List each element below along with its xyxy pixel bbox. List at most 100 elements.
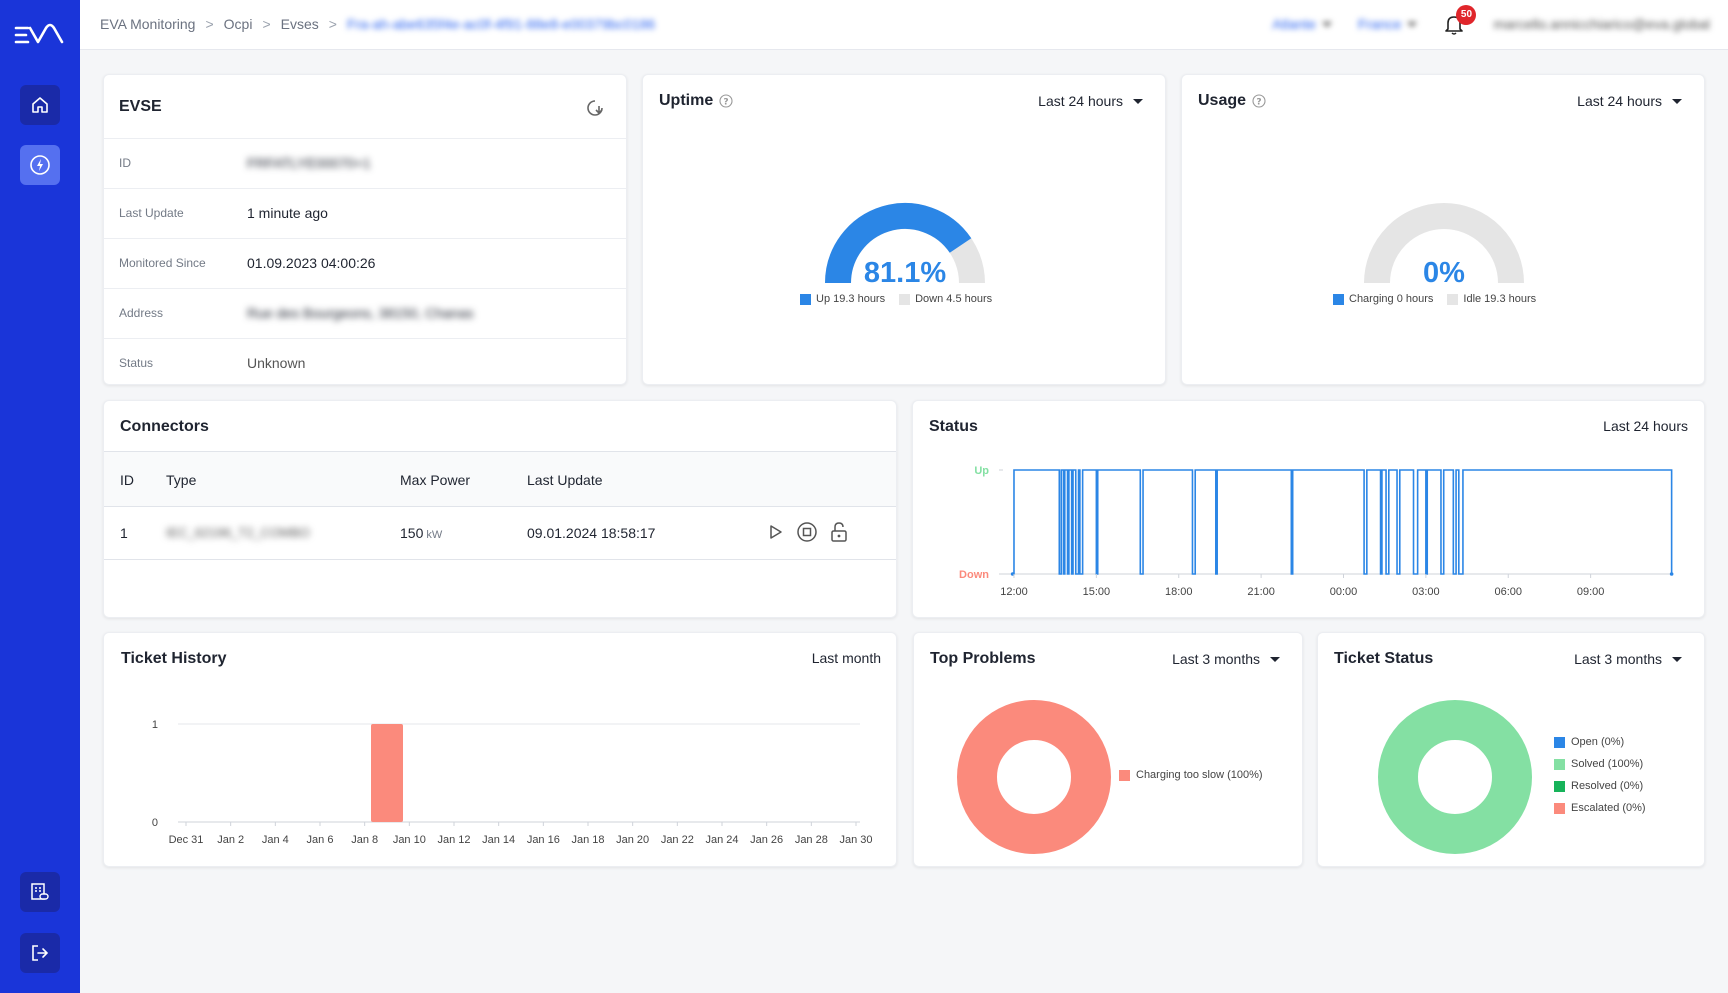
legend-item-solved[interactable]: Solved (100%) (1554, 753, 1646, 775)
legend-swatch (1447, 293, 1459, 305)
top-problems-range-select[interactable]: Last 3 months (1172, 651, 1280, 667)
col-header-id[interactable]: ID (120, 472, 134, 488)
logout-button[interactable] (20, 933, 60, 973)
evse-value-status: Unknown (247, 355, 306, 371)
topbar: EVA Monitoring > Ocpi > Evses > Fra-ah-a… (80, 0, 1728, 50)
evse-value-address: Rue des Bourgeons, 38150, Chanas (247, 305, 474, 321)
top-problems-legend: Charging too slow (100%) (1119, 764, 1267, 786)
connector-power: 150 kW (400, 525, 442, 541)
legend-swatch (1554, 780, 1565, 792)
ticket-status-card: Ticket Status Last 3 months Open (0%) So… (1317, 632, 1705, 867)
status-series-line (1012, 469, 1673, 575)
usage-range-value: Last 24 hours (1577, 93, 1662, 109)
uptime-title: Uptime ? (659, 92, 733, 110)
ticket-status-range-select[interactable]: Last 3 months (1574, 651, 1682, 667)
uptime-legend: Up 19.3 hours Down 4.5 hours (800, 293, 992, 305)
status-y-label-up: Up (974, 465, 989, 477)
table-row: 1 IEC_62196_T2_COMBO 150 kW 09.01.2024 18… (104, 507, 896, 560)
organization-select[interactable]: Atlante (1272, 16, 1332, 32)
uptime-gauge: 81.1% (825, 203, 985, 289)
evse-label-status: Status (119, 356, 154, 370)
status-chart-axes: Up Down (959, 465, 1674, 581)
chevron-down-icon (1321, 21, 1332, 27)
uptime-legend-up[interactable]: Up 19.3 hours (800, 293, 885, 305)
notifications-button[interactable]: 50 (1443, 5, 1477, 36)
partners-nav-button[interactable] (20, 872, 60, 912)
ticket-history-grid: 10 (152, 719, 860, 829)
topbar-right: Atlante France 50 marcello.annicchiarico… (1272, 5, 1710, 36)
connector-power-unit: kW (426, 529, 443, 541)
chevron-down-icon (1672, 98, 1682, 104)
uptime-legend-down[interactable]: Down 4.5 hours (899, 293, 992, 305)
usage-value: 0% (1423, 257, 1465, 289)
legend-item-escalated[interactable]: Escalated (0%) (1554, 797, 1646, 819)
top-problems-title: Top Problems (930, 650, 1036, 667)
legend-swatch (1333, 293, 1344, 305)
stop-icon[interactable] (796, 521, 818, 543)
breadcrumb-ocpi[interactable]: Ocpi (224, 16, 253, 32)
evse-row-last-update: Last Update 1 minute ago (104, 188, 626, 238)
legend-item-charging-too-slow[interactable]: Charging too slow (100%) (1119, 764, 1267, 786)
help-icon[interactable]: ? (1252, 94, 1266, 108)
chevron-down-icon (1270, 656, 1280, 662)
evse-value-monitored-since: 01.09.2023 04:00:26 (247, 255, 376, 271)
breadcrumb: EVA Monitoring > Ocpi > Evses > Fra-ah-a… (100, 16, 655, 32)
ticket-history-x-tick-label: Jan 10 (393, 834, 426, 846)
ticket-history-x-tick-label: Jan 14 (482, 834, 515, 846)
usage-legend-charging[interactable]: Charging 0 hours (1333, 293, 1433, 305)
uptime-value: 81.1% (864, 257, 946, 289)
ticket-history-x-tick-label: Jan 26 (750, 834, 783, 846)
user-menu[interactable]: marcello.annicchiarico@eva.global (1493, 16, 1710, 32)
home-nav-button[interactable] (20, 85, 60, 125)
refresh-icon[interactable] (584, 97, 606, 119)
eva-logo[interactable] (14, 20, 66, 50)
usage-range-select[interactable]: Last 24 hours (1577, 93, 1682, 109)
col-header-last-update[interactable]: Last Update (527, 472, 603, 488)
donut-slice[interactable] (957, 700, 1111, 854)
sidebar (0, 0, 80, 993)
charging-nav-button[interactable] (20, 145, 60, 185)
breadcrumb-root[interactable]: EVA Monitoring (100, 16, 195, 32)
ticket-history-x-tick-label: Jan 30 (839, 834, 872, 846)
connector-id: 1 (120, 525, 128, 541)
legend-label: Escalated (0%) (1571, 802, 1646, 814)
connector-power-value: 150 (400, 525, 424, 541)
legend-item-open[interactable]: Open (0%) (1554, 731, 1646, 753)
donut-slice[interactable] (1378, 700, 1532, 854)
evse-label-last-update: Last Update (119, 206, 184, 220)
ticket-history-bar[interactable] (371, 724, 403, 822)
connector-last-update: 09.01.2024 18:58:17 (527, 525, 656, 541)
play-icon[interactable] (764, 521, 786, 543)
ticket-history-x-tick-label: Jan 8 (351, 834, 378, 846)
status-x-tick-label: 15:00 (1083, 586, 1111, 598)
legend-swatch (1554, 736, 1565, 748)
usage-legend-idle-label: Idle 19.3 hours (1463, 293, 1537, 305)
connector-actions (764, 521, 850, 543)
legend-label: Solved (100%) (1571, 758, 1644, 770)
chevron-down-icon (1672, 656, 1682, 662)
organization-value: Atlante (1272, 16, 1316, 32)
country-select[interactable]: France (1358, 16, 1418, 32)
ticket-history-x-tick-label: Jan 24 (705, 834, 738, 846)
chevron-down-icon (1407, 21, 1418, 27)
col-header-max-power[interactable]: Max Power (400, 472, 470, 488)
legend-item-resolved[interactable]: Resolved (0%) (1554, 775, 1646, 797)
unlock-icon[interactable] (828, 521, 850, 543)
building-link-icon (31, 883, 49, 900)
status-x-tick-label: 21:00 (1247, 586, 1275, 598)
uptime-legend-down-label: Down 4.5 hours (915, 293, 993, 305)
col-header-type[interactable]: Type (166, 472, 196, 488)
usage-title-text: Usage (1198, 92, 1247, 109)
help-icon[interactable]: ? (719, 94, 733, 108)
breadcrumb-evses[interactable]: Evses (281, 16, 319, 32)
connectors-table-header: ID Type Max Power Last Update (104, 451, 896, 507)
usage-legend-idle[interactable]: Idle 19.3 hours (1447, 293, 1536, 305)
legend-swatch (899, 293, 911, 305)
ticket-status-range-value: Last 3 months (1574, 651, 1662, 667)
legend-label: Open (0%) (1571, 736, 1625, 748)
uptime-range-select[interactable]: Last 24 hours (1038, 93, 1143, 109)
ticket-history-card: Ticket History Last month 10 Dec 31 Jan 2… (103, 632, 897, 867)
ticket-history-chart: 10 Dec 31 Jan 2 Jan 4 Jan 6 Jan 8 Jan 10 Jan 1… (152, 719, 873, 846)
legend-swatch (800, 293, 811, 305)
ticket-history-x-tick-label: Jan 12 (437, 834, 470, 846)
